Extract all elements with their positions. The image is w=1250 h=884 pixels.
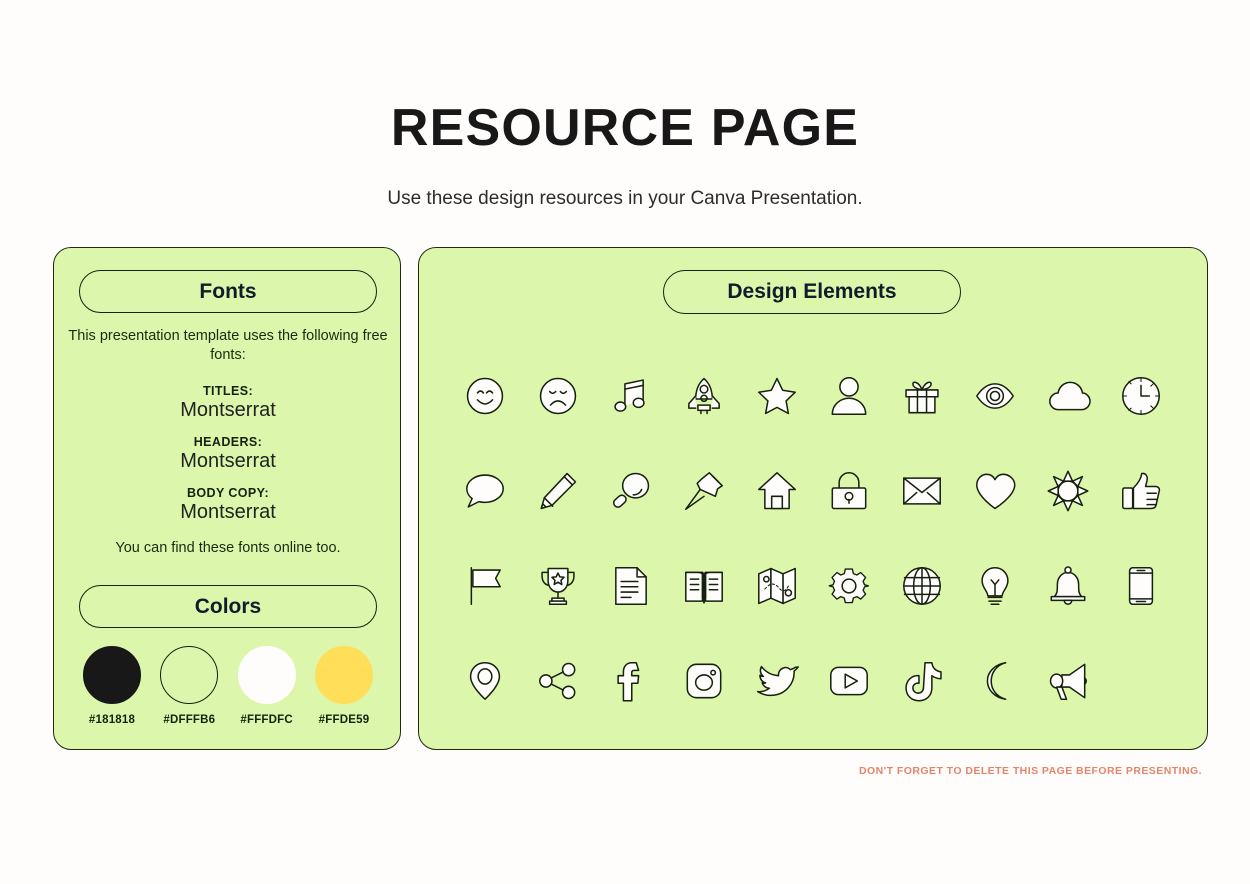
- speech-bubble-icon[interactable]: [453, 459, 517, 523]
- share-icon[interactable]: [526, 649, 590, 713]
- color-swatch-row: #181818 #DFFFB6 #FFFDFC #FFDE59: [78, 646, 378, 726]
- location-pin-icon[interactable]: [453, 649, 517, 713]
- font-role-label: TITLES:: [202, 384, 254, 398]
- sun-icon[interactable]: [1036, 459, 1100, 523]
- font-name-value: Montserrat: [180, 399, 276, 421]
- delete-page-warning: DON'T FORGET TO DELETE THIS PAGE BEFORE …: [859, 765, 1202, 777]
- swatch-yellow[interactable]: [314, 646, 373, 704]
- font-group-headers: HEADERS: Montserrat: [54, 435, 402, 473]
- font-group-titles: TITLES: Montserrat: [54, 384, 402, 422]
- tiktok-icon[interactable]: [890, 649, 954, 713]
- swatch-black[interactable]: [83, 646, 141, 704]
- resource-page: RESOURCE PAGE Use these design resources…: [0, 0, 1250, 884]
- eye-icon[interactable]: [963, 364, 1027, 428]
- music-note-icon[interactable]: [599, 364, 663, 428]
- bell-icon[interactable]: [1036, 554, 1100, 618]
- color-hex-label: #DFFFB6: [163, 714, 216, 726]
- megaphone-icon[interactable]: [1036, 649, 1100, 713]
- fonts-outro-text: You can find these fonts online too.: [115, 540, 341, 556]
- color-swatch-item[interactable]: #FFDE59: [310, 646, 378, 726]
- star-icon[interactable]: [745, 364, 809, 428]
- lock-icon[interactable]: [817, 459, 881, 523]
- house-icon[interactable]: [745, 459, 809, 523]
- design-elements-label: Design Elements: [727, 280, 897, 303]
- moon-icon[interactable]: [963, 649, 1027, 713]
- phone-icon[interactable]: [1109, 554, 1173, 618]
- page-subtitle: Use these design resources in your Canva…: [387, 188, 863, 209]
- colors-section-label: Colors: [194, 594, 262, 618]
- envelope-icon[interactable]: [890, 459, 954, 523]
- design-elements-header[interactable]: Design Elements: [663, 270, 961, 314]
- instagram-icon[interactable]: [672, 649, 736, 713]
- youtube-icon[interactable]: [817, 649, 881, 713]
- pencil-icon[interactable]: [526, 459, 590, 523]
- cloud-icon[interactable]: [1036, 364, 1100, 428]
- design-elements-panel: Design Elements: [418, 247, 1208, 750]
- clock-icon[interactable]: [1109, 364, 1173, 428]
- gift-icon[interactable]: [890, 364, 954, 428]
- flag-icon[interactable]: [453, 554, 517, 618]
- font-name-value: Montserrat: [180, 450, 276, 472]
- pushpin-icon[interactable]: [672, 459, 736, 523]
- color-hex-label: #181818: [88, 714, 136, 726]
- color-swatch-item[interactable]: #DFFFB6: [155, 646, 223, 726]
- rocket-icon[interactable]: [672, 364, 736, 428]
- map-icon[interactable]: [745, 554, 809, 618]
- colors-section-header[interactable]: Colors: [79, 585, 377, 628]
- swatch-green[interactable]: [160, 646, 219, 704]
- lightbulb-icon[interactable]: [963, 554, 1027, 618]
- color-swatch-item[interactable]: #181818: [78, 646, 146, 726]
- trophy-icon[interactable]: [526, 554, 590, 618]
- magnifying-glass-icon[interactable]: [599, 459, 663, 523]
- font-role-label: HEADERS:: [193, 435, 263, 449]
- design-elements-grid: [449, 348, 1177, 728]
- fonts-panel: Fonts This presentation template uses th…: [53, 247, 401, 750]
- swatch-offwhite[interactable]: [237, 646, 296, 704]
- font-group-body-copy: BODY COPY: Montserrat: [54, 486, 402, 524]
- twitter-icon[interactable]: [745, 649, 809, 713]
- book-icon[interactable]: [672, 554, 736, 618]
- color-swatch-item[interactable]: #FFFDFC: [233, 646, 301, 726]
- fonts-intro-text: This presentation template uses the foll…: [68, 328, 388, 363]
- globe-icon[interactable]: [890, 554, 954, 618]
- page-title: RESOURCE PAGE: [390, 99, 860, 157]
- thumbs-up-icon[interactable]: [1109, 459, 1173, 523]
- font-name-value: Montserrat: [180, 501, 276, 523]
- font-role-label: BODY COPY:: [186, 486, 270, 500]
- color-hex-label: #FFDE59: [318, 714, 370, 726]
- heart-icon[interactable]: [963, 459, 1027, 523]
- person-icon[interactable]: [817, 364, 881, 428]
- fonts-section-header[interactable]: Fonts: [79, 270, 377, 313]
- facebook-icon[interactable]: [599, 649, 663, 713]
- fonts-section-label: Fonts: [199, 279, 257, 303]
- color-hex-label: #FFFDFC: [240, 714, 293, 726]
- gear-icon[interactable]: [817, 554, 881, 618]
- document-icon[interactable]: [599, 554, 663, 618]
- smiley-face-icon[interactable]: [453, 364, 517, 428]
- sad-face-icon[interactable]: [526, 364, 590, 428]
